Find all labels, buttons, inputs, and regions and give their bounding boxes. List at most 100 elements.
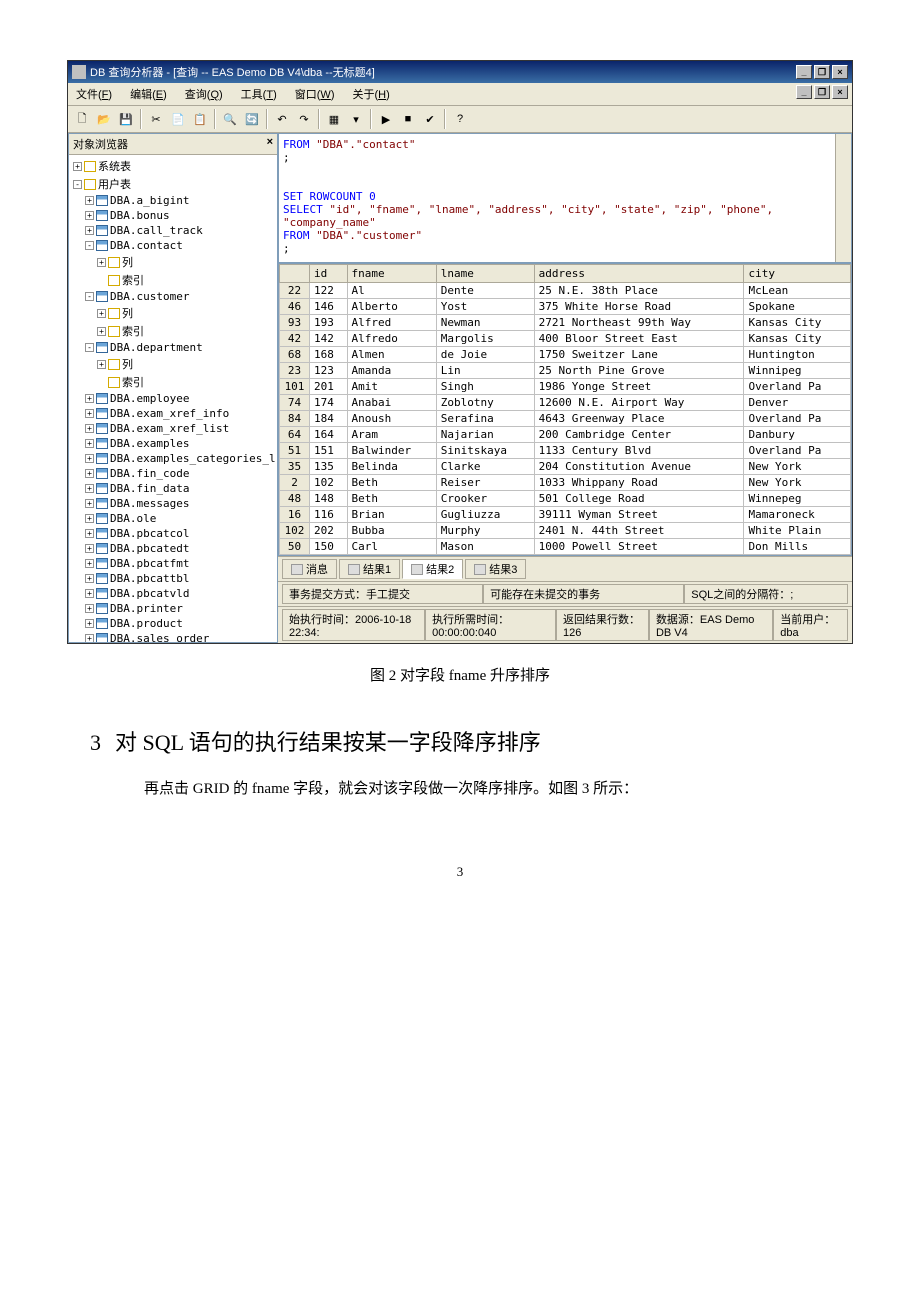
tree-item[interactable]: +列 <box>71 304 275 322</box>
tree-item[interactable]: +DBA.fin_code <box>71 466 275 481</box>
cut-icon[interactable]: ✂ <box>146 109 166 129</box>
tree-item[interactable]: +DBA.product <box>71 616 275 631</box>
table-row[interactable]: 35135BelindaClarke204 Constitution Avenu… <box>280 459 851 475</box>
menu-编辑(E)[interactable]: 编辑(E) <box>126 85 171 103</box>
tree-item[interactable]: +列 <box>71 253 275 271</box>
scrollbar-vertical[interactable] <box>835 134 851 263</box>
table-row[interactable]: 101201AmitSingh1986 Yonge StreetOverland… <box>280 379 851 395</box>
mdi-close-button[interactable]: × <box>832 85 848 99</box>
tab-结果3[interactable]: 结果3 <box>465 559 526 579</box>
table-icon <box>96 240 108 251</box>
stop-icon[interactable]: ■ <box>398 109 418 129</box>
table-row[interactable]: 74174AnabaiZoblotny12600 N.E. Airport Wa… <box>280 395 851 411</box>
find-icon[interactable]: 🔍 <box>220 109 240 129</box>
run-icon[interactable]: ▶ <box>376 109 396 129</box>
menu-工具(T)[interactable]: 工具(T) <box>237 85 281 103</box>
tree-item[interactable]: 索引 <box>71 271 275 289</box>
tree-item[interactable]: +DBA.exam_xref_list <box>71 421 275 436</box>
restore-button[interactable]: ❐ <box>814 65 830 79</box>
menu-窗口(W)[interactable]: 窗口(W) <box>291 85 339 103</box>
tree-item[interactable]: +DBA.examples <box>71 436 275 451</box>
tree-item[interactable]: +DBA.pbcatvld <box>71 586 275 601</box>
table-row[interactable]: 16116BrianGugliuzza39111 Wyman StreetMam… <box>280 507 851 523</box>
tab-消息[interactable]: 消息 <box>282 559 337 579</box>
tree-item[interactable]: 索引 <box>71 373 275 391</box>
section-heading: 3对 SQL 语句的执行结果按某一字段降序排序 <box>90 725 830 757</box>
table-icon <box>96 210 108 221</box>
save-icon[interactable]: 💾 <box>116 109 136 129</box>
tree-item[interactable]: +DBA.a_bigint <box>71 193 275 208</box>
panel-close-icon[interactable]: × <box>267 136 273 152</box>
tree-item[interactable]: -DBA.contact <box>71 238 275 253</box>
replace-icon[interactable]: 🔄 <box>242 109 262 129</box>
copy-icon[interactable]: 📄 <box>168 109 188 129</box>
tree-item[interactable]: +DBA.printer <box>71 601 275 616</box>
tree-item[interactable]: +DBA.pbcattbl <box>71 571 275 586</box>
tree-item[interactable]: +系统表 <box>71 157 275 175</box>
help-icon[interactable]: ? <box>450 109 470 129</box>
column-header[interactable] <box>280 265 310 283</box>
table-row[interactable]: 102202BubbaMurphy2401 N. 44th StreetWhit… <box>280 523 851 539</box>
tree-item[interactable]: +DBA.call_track <box>71 223 275 238</box>
table-row[interactable]: 68168Almende Joie1750 Sweitzer LaneHunti… <box>280 347 851 363</box>
column-header[interactable]: city <box>744 265 851 283</box>
new-file-icon[interactable]: 🗋 <box>72 109 92 129</box>
tree-item[interactable]: +DBA.pbcatedt <box>71 541 275 556</box>
menu-文件(F)[interactable]: 文件(F) <box>72 85 116 103</box>
table-row[interactable]: 46146AlbertoYost375 White Horse RoadSpok… <box>280 299 851 315</box>
column-header[interactable]: address <box>534 265 744 283</box>
check-icon[interactable]: ✔ <box>420 109 440 129</box>
sql-editor[interactable]: FROM "DBA"."contact";SET ROWCOUNT 0SELEC… <box>278 133 852 263</box>
tree-item[interactable]: +DBA.messages <box>71 496 275 511</box>
tree-item[interactable]: -用户表 <box>71 175 275 193</box>
tree-item[interactable]: +DBA.examples_categories_l <box>71 451 275 466</box>
object-tree[interactable]: +系统表-用户表+DBA.a_bigint+DBA.bonus+DBA.call… <box>69 155 277 642</box>
tree-item[interactable]: +DBA.fin_data <box>71 481 275 496</box>
tree-item[interactable]: +索引 <box>71 322 275 340</box>
table-row[interactable]: 22122AlDente25 N.E. 38th PlaceMcLean <box>280 283 851 299</box>
column-header[interactable]: lname <box>436 265 534 283</box>
minimize-button[interactable]: _ <box>796 65 812 79</box>
table-row[interactable]: 93193AlfredNewman2721 Northeast 99th Way… <box>280 315 851 331</box>
tree-item[interactable]: +列 <box>71 355 275 373</box>
column-header[interactable]: id <box>310 265 348 283</box>
menu-关于(H)[interactable]: 关于(H) <box>348 85 393 103</box>
tree-item[interactable]: +DBA.employee <box>71 391 275 406</box>
column-header[interactable]: fname <box>347 265 436 283</box>
table-row[interactable]: 48148BethCrooker501 College RoadWinnepeg <box>280 491 851 507</box>
table-row[interactable]: 42142AlfredoMargolis400 Bloor Street Eas… <box>280 331 851 347</box>
paste-icon[interactable]: 📋 <box>190 109 210 129</box>
menu-查询(Q)[interactable]: 查询(Q) <box>181 85 227 103</box>
mdi-minimize-button[interactable]: _ <box>796 85 812 99</box>
table-row[interactable]: 51151BalwinderSinitskaya1133 Century Blv… <box>280 443 851 459</box>
tree-item[interactable]: +DBA.sales_order <box>71 631 275 642</box>
close-button[interactable]: × <box>832 65 848 79</box>
grid-icon[interactable]: ▦ <box>324 109 344 129</box>
tree-item[interactable]: -DBA.customer <box>71 289 275 304</box>
table-row[interactable]: 50150CarlMason1000 Powell StreetDon Mill… <box>280 539 851 555</box>
tree-label: 索引 <box>122 323 144 339</box>
open-file-icon[interactable]: 📂 <box>94 109 114 129</box>
undo-icon[interactable]: ↶ <box>272 109 292 129</box>
tree-item[interactable]: -DBA.department <box>71 340 275 355</box>
tree-item[interactable]: +DBA.ole <box>71 511 275 526</box>
tree-item[interactable]: +DBA.pbcatcol <box>71 526 275 541</box>
tab-结果2[interactable]: 结果2 <box>402 559 463 579</box>
section-title: 对 SQL 语句的执行结果按某一字段降序排序 <box>115 730 541 755</box>
table-row[interactable]: 64164AramNajarian200 Cambridge CenterDan… <box>280 427 851 443</box>
dropdown-icon[interactable]: ▾ <box>346 109 366 129</box>
tree-item[interactable]: +DBA.bonus <box>71 208 275 223</box>
table-row[interactable]: 84184AnoushSerafina4643 Greenway PlaceOv… <box>280 411 851 427</box>
mdi-restore-button[interactable]: ❐ <box>814 85 830 99</box>
results-grid[interactable]: idfnamelnameaddresscity22122AlDente25 N.… <box>278 263 852 556</box>
status-datasource: 数据源：EAS Demo DB V4 <box>649 609 773 641</box>
table-row[interactable]: 23123AmandaLin25 North Pine GroveWinnipe… <box>280 363 851 379</box>
table-row[interactable]: 2102BethReiser1033 Whippany RoadNew York <box>280 475 851 491</box>
table-icon <box>96 423 108 434</box>
tree-item[interactable]: +DBA.exam_xref_info <box>71 406 275 421</box>
folder-icon <box>84 161 96 172</box>
table-icon <box>96 498 108 509</box>
tree-item[interactable]: +DBA.pbcatfmt <box>71 556 275 571</box>
tab-结果1[interactable]: 结果1 <box>339 559 400 579</box>
redo-icon[interactable]: ↷ <box>294 109 314 129</box>
